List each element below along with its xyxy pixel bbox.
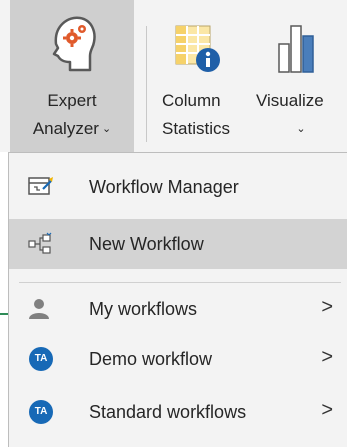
menu-item-my-workflows[interactable]: My workflows > bbox=[9, 284, 347, 334]
visualize-button[interactable]: Visualize ⌄ bbox=[252, 0, 347, 152]
ta-badge-icon: TA bbox=[27, 347, 55, 371]
expert-label: Expert bbox=[47, 91, 97, 110]
chevron-right-icon: > bbox=[321, 346, 333, 368]
expert-analyzer-menu: Workflow Manager New Workflow My workflo… bbox=[8, 152, 347, 447]
expert-head-gears-icon bbox=[50, 14, 96, 77]
menu-item-label: My workflows bbox=[89, 299, 198, 319]
column-label: Column bbox=[162, 91, 221, 110]
user-icon bbox=[27, 297, 55, 321]
menu-item-new-workflow[interactable]: New Workflow bbox=[9, 219, 347, 269]
menu-item-label: Standard workflows bbox=[89, 402, 247, 422]
ta-badge: TA bbox=[29, 347, 53, 371]
column-statistics-button[interactable]: Column Statistics bbox=[152, 0, 252, 152]
ta-badge: TA bbox=[29, 400, 53, 424]
visualize-dropdown: ⌄ bbox=[252, 116, 347, 142]
chevron-down-icon: ⌄ bbox=[101, 123, 112, 135]
visualize-label: Visualize bbox=[256, 91, 324, 110]
bar-chart-icon bbox=[277, 24, 317, 79]
chevron-down-icon: ⌄ bbox=[296, 123, 306, 135]
analyzer-label: Analyzer ⌄ bbox=[10, 116, 134, 142]
menu-item-label: Workflow Manager bbox=[89, 177, 239, 197]
menu-item-label: New Workflow bbox=[89, 234, 204, 254]
menu-item-workflow-manager[interactable]: Workflow Manager bbox=[9, 162, 347, 212]
chevron-right-icon: > bbox=[321, 399, 333, 421]
expert-analyzer-button[interactable]: Expert Analyzer ⌄ bbox=[10, 0, 134, 152]
worksheet-edge bbox=[0, 152, 8, 447]
menu-separator bbox=[19, 282, 341, 283]
statistics-label: Statistics bbox=[162, 119, 231, 138]
ta-badge-icon: TA bbox=[27, 400, 55, 424]
ribbon: Expert Analyzer ⌄ Column Statistics Visu… bbox=[0, 0, 347, 152]
new-workflow-icon bbox=[27, 232, 55, 256]
column-statistics-icon bbox=[174, 24, 222, 79]
workflow-manager-icon bbox=[27, 175, 55, 199]
cell-marker bbox=[0, 313, 8, 315]
menu-item-standard-workflows[interactable]: TA Standard workflows > bbox=[9, 387, 347, 437]
ribbon-separator bbox=[146, 26, 147, 142]
menu-item-label: Demo workflow bbox=[89, 349, 213, 369]
menu-item-demo-workflow[interactable]: TA Demo workflow > bbox=[9, 334, 347, 384]
chevron-right-icon: > bbox=[321, 296, 333, 318]
